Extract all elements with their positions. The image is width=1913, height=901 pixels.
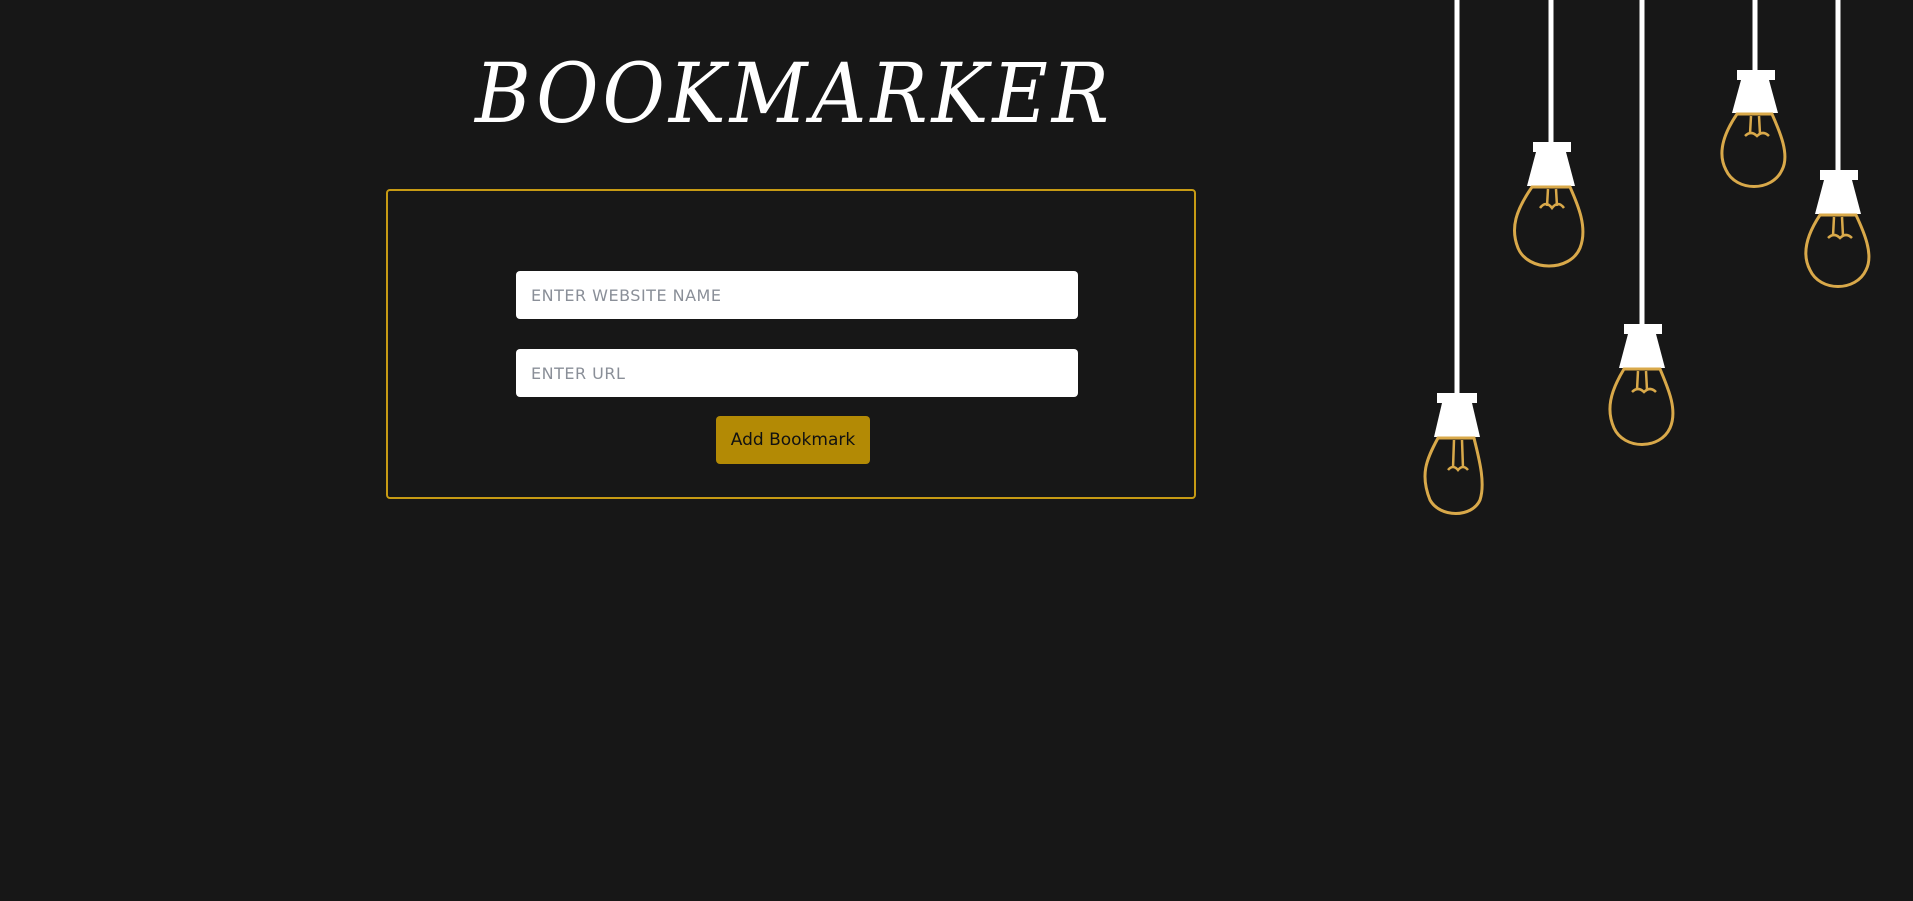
lightbulb-icon (1720, 0, 1787, 188)
add-bookmark-button[interactable]: Add Bookmark (716, 416, 870, 464)
lightbulb-icon (1513, 0, 1585, 268)
page: BOOKMARKER Add Bookmark (0, 0, 1913, 901)
page-title: BOOKMARKER (474, 45, 1114, 142)
lightbulb-icon (1423, 0, 1484, 515)
lightbulb-icon (1608, 0, 1675, 446)
hanging-lightbulbs-illustration (1423, 0, 1871, 515)
website-name-input[interactable] (516, 271, 1078, 319)
url-input[interactable] (516, 349, 1078, 397)
lightbulb-icon (1804, 0, 1871, 288)
